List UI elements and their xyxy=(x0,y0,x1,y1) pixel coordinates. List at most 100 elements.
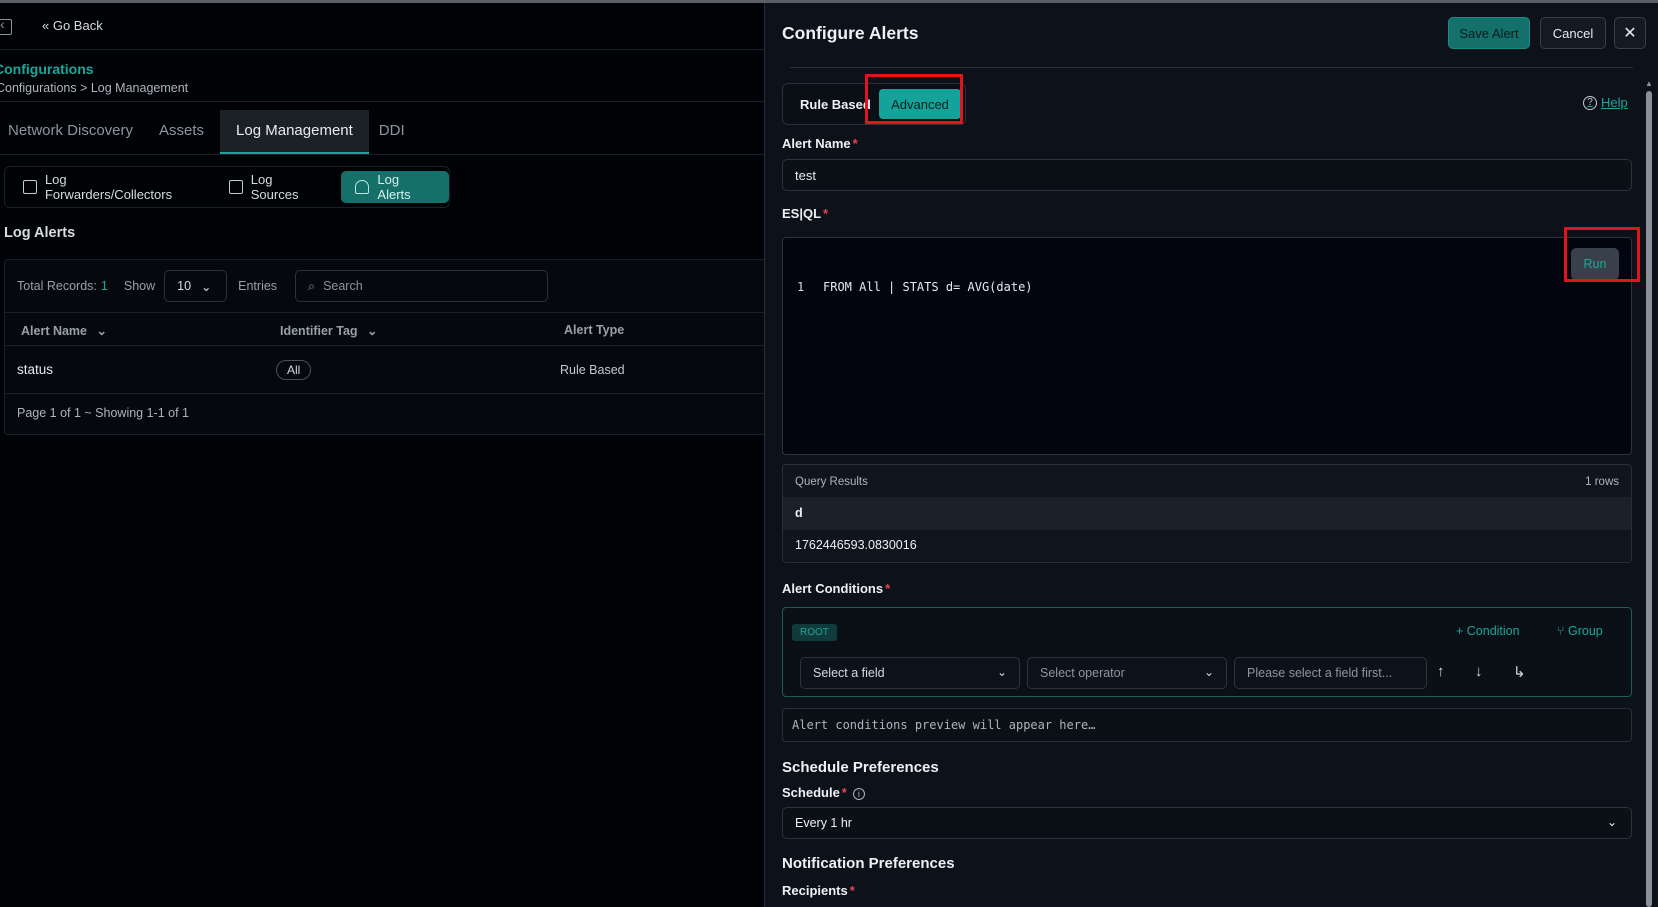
alerts-table: Total Records: 1 Show 10 ⌄ Entries ⌕ Sea… xyxy=(4,259,764,435)
sort-icon: ⌄ xyxy=(367,324,378,338)
cell-alert-name: status xyxy=(17,362,54,377)
recipients-label: Recipients * xyxy=(782,883,855,898)
sort-icon: ⌄ xyxy=(96,324,107,338)
table-toolbar: Total Records: 1 Show 10 ⌄ Entries ⌕ Sea… xyxy=(5,260,764,312)
tab-log-management[interactable]: Log Management xyxy=(220,110,369,154)
add-condition-button[interactable]: + Condition xyxy=(1456,624,1520,638)
schedule-section-title: Schedule Preferences xyxy=(782,759,939,776)
column-identifier-tag[interactable]: Identifier Tag ⌄ xyxy=(280,323,378,338)
chevron-down-icon: ⌄ xyxy=(1203,665,1214,679)
indent-arrow-icon[interactable]: ↳ xyxy=(1513,663,1526,681)
value-input[interactable]: Please select a field first... xyxy=(1234,657,1427,689)
sub-tabs: Log Forwarders/Collectors Log Sources Lo… xyxy=(4,166,450,208)
subtab-log-forwarders[interactable]: Log Forwarders/Collectors xyxy=(9,171,211,203)
help-link[interactable]: ? Help xyxy=(1583,95,1628,110)
main-tabs: Network Discovery Assets Log Management … xyxy=(0,110,421,154)
query-results: Query Results 1 rows d 1762446593.083001… xyxy=(782,464,1632,563)
scroll-up-icon[interactable]: ▲ xyxy=(1645,79,1653,88)
search-placeholder: Search xyxy=(323,279,363,293)
pagination-info: Page 1 of 1 ~ Showing 1-1 of 1 xyxy=(17,406,189,420)
subtab-log-sources[interactable]: Log Sources xyxy=(215,171,338,203)
mode-rule-based[interactable]: Rule Based xyxy=(800,97,871,112)
root-badge: ROOT xyxy=(792,624,837,641)
highlight-box xyxy=(1564,227,1640,282)
required-marker: * xyxy=(823,206,829,221)
column-label: Alert Name xyxy=(21,324,87,338)
required-marker: * xyxy=(885,581,891,596)
tab-assets[interactable]: Assets xyxy=(149,110,220,154)
field-select[interactable]: Select a field ⌄ xyxy=(800,657,1020,689)
arrow-down-icon[interactable]: ↓ xyxy=(1475,663,1483,680)
schedule-label: Schedule * i xyxy=(782,785,865,800)
tab-ddi[interactable]: DDI xyxy=(369,110,421,154)
label-text: Schedule xyxy=(782,785,840,800)
label-text: Alert Name xyxy=(782,136,851,151)
go-back-link[interactable]: « Go Back xyxy=(42,18,103,33)
divider xyxy=(0,101,764,102)
save-alert-button[interactable]: Save Alert xyxy=(1448,17,1530,49)
divider xyxy=(790,67,1633,68)
required-marker: * xyxy=(852,136,858,151)
help-label: Help xyxy=(1601,95,1628,110)
required-marker: * xyxy=(841,785,847,800)
header-bar: « Go Back xyxy=(0,3,764,50)
add-group-label: Group xyxy=(1567,624,1603,638)
log-management-page: « Go Back Configurations Configurations … xyxy=(0,3,764,907)
total-records-label: Total Records: xyxy=(17,279,97,293)
cancel-button[interactable]: Cancel xyxy=(1540,17,1606,49)
search-icon: ⌕ xyxy=(308,278,316,293)
total-records-count: 1 xyxy=(100,279,108,293)
results-title: Query Results xyxy=(795,476,868,488)
alert-name-label: Alert Name * xyxy=(782,136,858,151)
notification-section-title: Notification Preferences xyxy=(782,855,955,872)
scroll-thumb[interactable] xyxy=(1646,91,1652,907)
operator-select[interactable]: Select operator ⌄ xyxy=(1027,657,1227,689)
required-marker: * xyxy=(849,883,855,898)
page-size-select[interactable]: 10 ⌄ xyxy=(164,270,228,302)
collapse-sidebar-icon[interactable] xyxy=(0,16,12,35)
drawer-title: Configure Alerts xyxy=(782,23,919,43)
folder-icon xyxy=(228,180,243,194)
subtab-label: Log Sources xyxy=(250,172,299,202)
cube-icon xyxy=(23,180,37,194)
esql-label: ES|QL * xyxy=(782,206,828,221)
subtab-label: Log Alerts xyxy=(377,172,411,202)
column-alert-name[interactable]: Alert Name ⌄ xyxy=(21,323,107,338)
page-size-value: 10 xyxy=(177,279,192,293)
results-column-header: d xyxy=(783,497,1631,530)
close-icon[interactable]: ✕ xyxy=(1614,17,1646,49)
search-input[interactable]: ⌕ Search xyxy=(295,270,549,302)
add-group-button[interactable]: ⑂ Group xyxy=(1557,624,1603,638)
branch-icon: ⑂ xyxy=(1557,624,1568,638)
schedule-select[interactable]: Every 1 hr ⌄ xyxy=(782,807,1632,839)
line-number: 1 xyxy=(797,280,805,294)
table-header: Alert Name ⌄ Identifier Tag ⌄ Alert Type xyxy=(5,312,764,346)
table-row[interactable]: status All Rule Based xyxy=(5,346,764,394)
highlight-box xyxy=(865,74,963,124)
alert-name-input[interactable]: test xyxy=(782,159,1632,191)
breadcrumb: Configurations > Log Management xyxy=(0,81,189,95)
alert-conditions-label: Alert Conditions * xyxy=(782,581,890,596)
configure-alerts-drawer: Configure Alerts Save Alert Cancel ✕ Rul… xyxy=(764,3,1658,907)
query-code[interactable]: FROM All | STATS d= AVG(date) xyxy=(823,280,1033,294)
chevron-down-icon: ⌄ xyxy=(996,665,1007,679)
arrow-up-icon[interactable]: ↑ xyxy=(1437,663,1445,680)
info-icon[interactable]: i xyxy=(852,788,865,800)
results-cell: 1762446593.0830016 xyxy=(795,538,917,552)
section-title: Log Alerts xyxy=(4,225,76,241)
query-editor[interactable]: 1 FROM All | STATS d= AVG(date) Run xyxy=(782,237,1632,455)
subtab-log-alerts[interactable]: Log Alerts xyxy=(341,171,449,203)
field-select-value: Select a field xyxy=(813,666,885,680)
label-text: Alert Conditions xyxy=(782,581,884,596)
operator-select-value: Select operator xyxy=(1040,666,1125,680)
scrollbar[interactable]: ▲ xyxy=(1645,79,1653,907)
schedule-value: Every 1 hr xyxy=(795,816,852,830)
conditions-builder: ROOT + Condition ⑂ Group Select a field … xyxy=(782,607,1632,697)
conditions-preview: Alert conditions preview will appear her… xyxy=(782,708,1632,742)
subtab-label: Log Forwarders/Collectors xyxy=(44,172,173,202)
column-label: Identifier Tag xyxy=(280,324,358,338)
results-count: 1 rows xyxy=(1585,476,1619,488)
tab-network-discovery[interactable]: Network Discovery xyxy=(0,110,149,154)
page-title: Configurations xyxy=(0,61,94,77)
cell-alert-type: Rule Based xyxy=(560,363,625,377)
